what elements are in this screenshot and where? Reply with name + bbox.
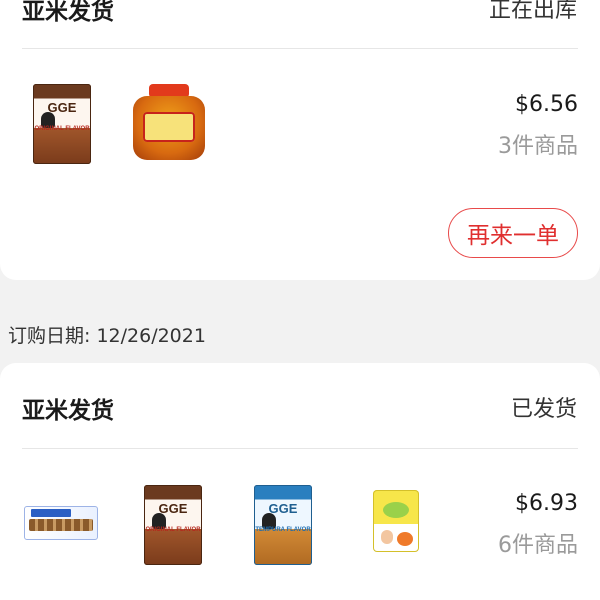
seller-label: 亚米发货 xyxy=(22,0,114,26)
divider xyxy=(22,448,578,449)
product-logo: GGE xyxy=(47,100,77,115)
jar-label xyxy=(143,112,195,142)
pack-stripe xyxy=(29,519,93,531)
product-thumbnail[interactable]: GGE TEMPURA FLAVOR xyxy=(254,485,312,565)
bag-stamp xyxy=(383,502,409,518)
seller-text: 亚米发货 xyxy=(22,0,114,25)
order-card[interactable]: 亚米发货 正在出库 GGE ORIGINAL FLAVOR $6.56 3件商品… xyxy=(0,0,600,280)
reorder-button[interactable]: 再来一单 xyxy=(448,208,578,258)
product-logo: GGE xyxy=(158,501,188,516)
divider xyxy=(22,48,578,49)
bag-fruit xyxy=(397,532,413,546)
item-count: 6件商品 xyxy=(498,533,578,558)
order-list-page: 亚米发货 正在出库 GGE ORIGINAL FLAVOR $6.56 3件商品… xyxy=(0,0,600,600)
order-status: 正在出库 xyxy=(488,0,577,23)
product-thumbnail[interactable] xyxy=(131,84,207,162)
order-price: $6.93 xyxy=(515,491,578,516)
seller-text: 亚米发货 xyxy=(22,398,114,424)
product-flavor: ORIGINAL FLAVOR xyxy=(145,527,201,533)
product-logo: GGE xyxy=(268,501,298,516)
seller-label: 亚米发货 xyxy=(22,391,114,425)
pack-tag xyxy=(31,509,71,517)
product-flavor: ORIGINAL FLAVOR xyxy=(34,126,90,132)
order-card[interactable]: 亚米发货 已发货 GGE ORIGINAL FLAVOR GGE TEMPURA… xyxy=(0,363,600,600)
product-thumbnail[interactable] xyxy=(24,506,98,540)
bag-character xyxy=(381,530,393,544)
product-thumbnail[interactable] xyxy=(373,490,419,552)
product-thumbnail[interactable]: GGE ORIGINAL FLAVOR xyxy=(144,485,202,565)
order-date-label: 订购日期: 12/26/2021 xyxy=(8,325,206,347)
item-count: 3件商品 xyxy=(498,134,578,159)
product-flavor: TEMPURA FLAVOR xyxy=(255,527,311,533)
order-status: 已发货 xyxy=(510,397,577,422)
order-price: $6.56 xyxy=(515,92,578,117)
product-thumbnail[interactable]: GGE ORIGINAL FLAVOR xyxy=(33,84,91,164)
